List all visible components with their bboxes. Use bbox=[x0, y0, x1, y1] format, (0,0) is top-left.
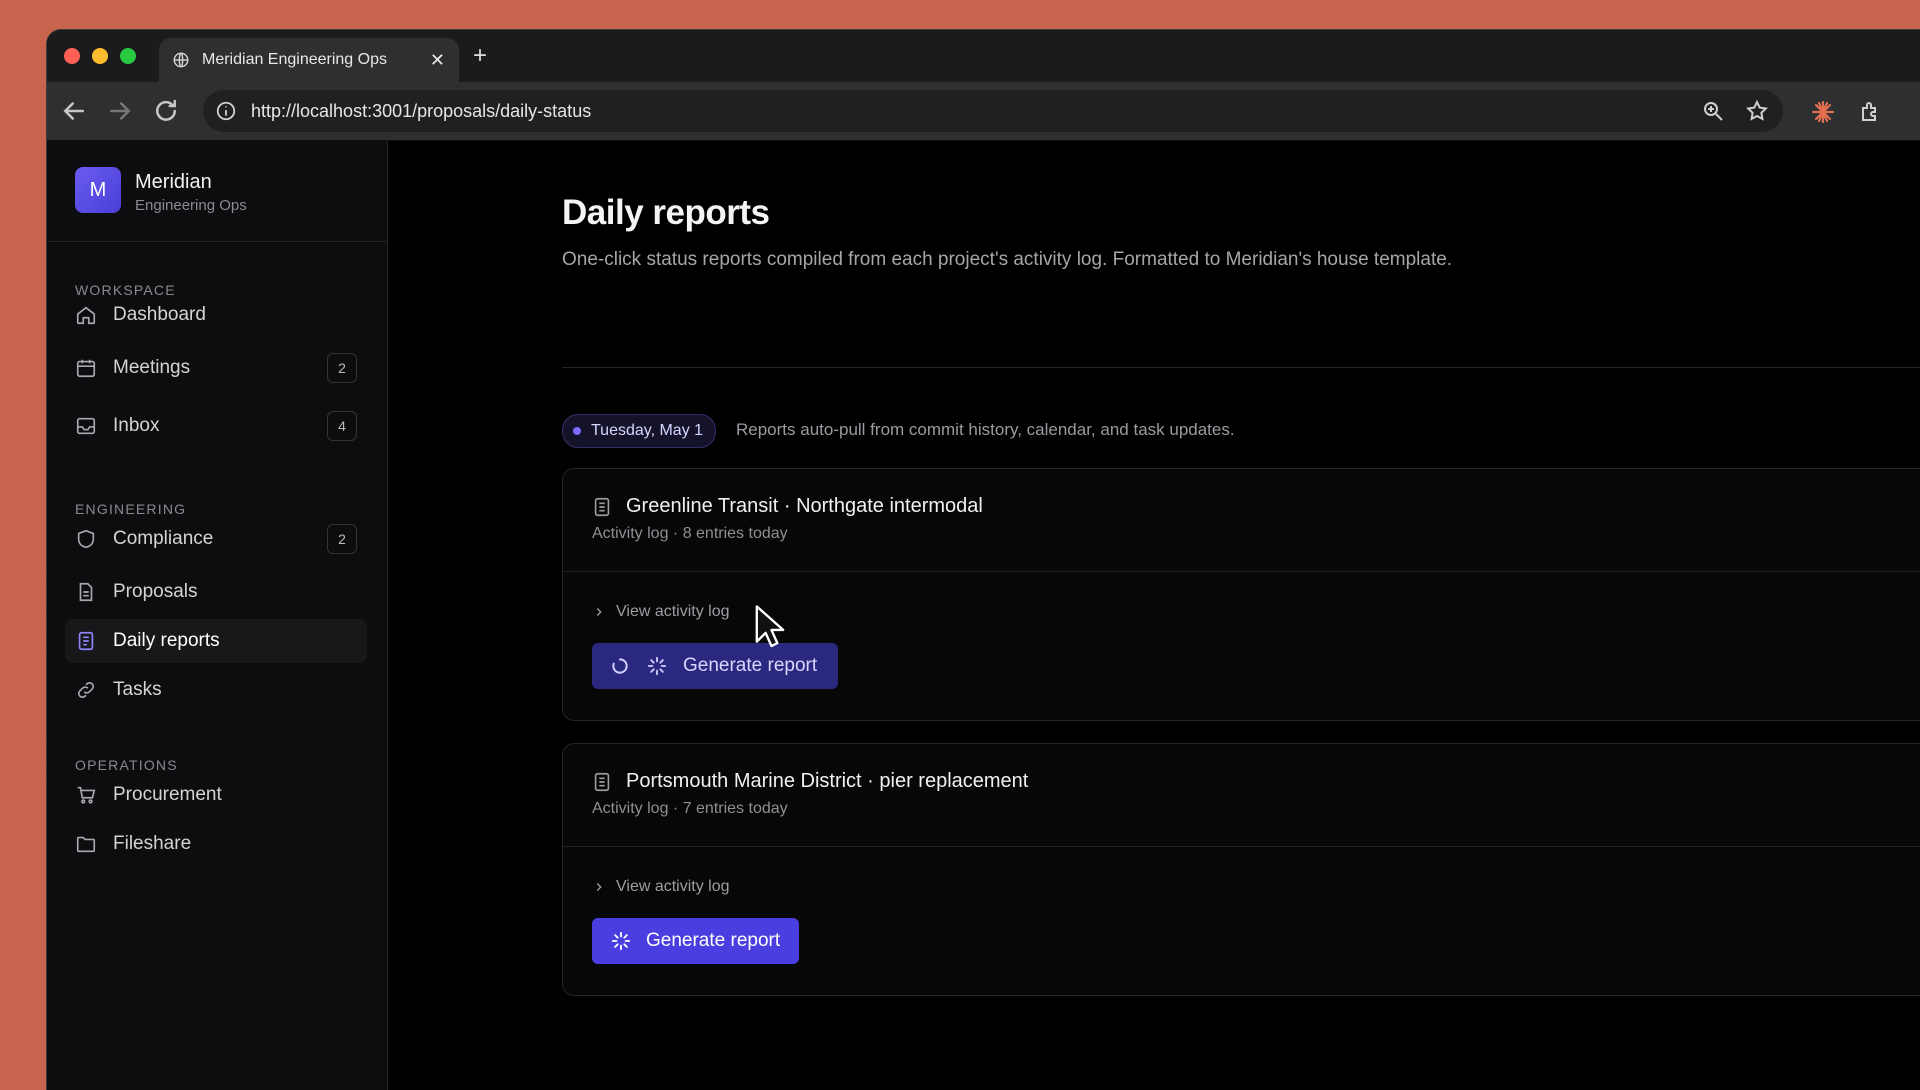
report-card-title: Greenline Transit · Northgate intermodal bbox=[626, 495, 983, 517]
chevron-right-icon bbox=[596, 883, 602, 891]
window-controls bbox=[64, 48, 136, 64]
sidebar-item-inbox[interactable]: Inbox 4 bbox=[65, 404, 367, 448]
document-icon bbox=[594, 772, 610, 792]
shield-icon bbox=[77, 529, 95, 549]
new-tab-button[interactable]: + bbox=[473, 42, 487, 70]
report-card-meta: Activity log · 8 entries today bbox=[592, 525, 788, 542]
sidebar-item-daily-reports[interactable]: Daily reports bbox=[65, 619, 367, 663]
document-icon bbox=[594, 497, 610, 517]
sidebar-item-proposals[interactable]: Proposals bbox=[65, 570, 367, 614]
sidebar-item-procurement[interactable]: Procurement bbox=[65, 773, 367, 817]
zoom-icon[interactable] bbox=[1701, 99, 1725, 123]
globe-icon bbox=[173, 52, 189, 68]
extension-burst-icon[interactable] bbox=[1811, 100, 1835, 124]
brand-logo: M bbox=[75, 167, 121, 213]
sidebar-item-label: Proposals bbox=[113, 581, 198, 602]
count-badge: 2 bbox=[327, 353, 357, 383]
report-card-title: Portsmouth Marine District · pier replac… bbox=[626, 770, 1029, 792]
sparkle-icon bbox=[611, 931, 631, 951]
address-bar[interactable]: http://localhost:3001/proposals/daily-st… bbox=[203, 90, 1783, 132]
generate-report-button[interactable]: Generate report bbox=[592, 918, 800, 964]
report-icon bbox=[78, 631, 94, 651]
sidebar-item-compliance[interactable]: Compliance 2 bbox=[65, 517, 367, 561]
document-icon bbox=[79, 582, 93, 602]
folder-icon bbox=[76, 836, 96, 853]
section-label-operations: OPERATIONS bbox=[75, 757, 178, 773]
sidebar-item-label: Fileshare bbox=[113, 833, 192, 854]
chevron-right-icon bbox=[596, 608, 602, 616]
sidebar-item-label: Compliance bbox=[113, 528, 214, 549]
section-label-engineering: ENGINEERING bbox=[75, 501, 187, 517]
button-label: Generate report bbox=[683, 655, 818, 676]
bookmark-star-icon[interactable] bbox=[1745, 99, 1769, 123]
generate-report-button[interactable]: Generate report bbox=[592, 643, 838, 689]
browser-window: Meridian Engineering Ops ✕ + http://loca… bbox=[47, 30, 1920, 1090]
main-content: Daily reports One-click status reports c… bbox=[388, 141, 1920, 1090]
site-info-icon[interactable] bbox=[215, 100, 237, 122]
date-label: Tuesday, May 1 bbox=[591, 422, 704, 439]
sidebar-item-label: Tasks bbox=[113, 679, 162, 700]
calendar-icon bbox=[76, 359, 96, 378]
sidebar-item-meetings[interactable]: Meetings 2 bbox=[65, 346, 367, 390]
browser-tab[interactable]: Meridian Engineering Ops ✕ bbox=[159, 38, 459, 82]
sidebar-item-label: Meetings bbox=[113, 357, 191, 378]
view-activity-log-toggle[interactable]: View activity log bbox=[592, 878, 730, 896]
spinner-icon bbox=[612, 658, 628, 674]
url-text: http://localhost:3001/proposals/daily-st… bbox=[251, 100, 592, 121]
view-activity-log-toggle[interactable]: View activity log bbox=[592, 603, 730, 621]
minimize-window-button[interactable] bbox=[92, 48, 108, 64]
toggle-label: View activity log bbox=[616, 603, 730, 620]
sidebar-item-label: Dashboard bbox=[113, 304, 206, 325]
brand-header[interactable]: M Meridian Engineering Ops bbox=[47, 141, 387, 242]
sidebar-item-fileshare[interactable]: Fileshare bbox=[65, 822, 367, 866]
inbox-icon bbox=[76, 417, 96, 435]
divider bbox=[562, 367, 1920, 368]
report-card: Greenline Transit · Northgate intermodal… bbox=[562, 468, 1920, 721]
status-dot bbox=[573, 427, 581, 435]
count-badge: 2 bbox=[327, 524, 357, 554]
sidebar-item-tasks[interactable]: Tasks bbox=[65, 668, 367, 712]
mouse-cursor-icon bbox=[755, 605, 785, 648]
sidebar: M Meridian Engineering Ops WORKSPACE Das… bbox=[47, 141, 388, 1090]
back-icon[interactable] bbox=[59, 96, 89, 126]
home-icon bbox=[76, 306, 96, 325]
report-card-header: Portsmouth Marine District · pier replac… bbox=[563, 744, 1920, 847]
sidebar-item-label: Inbox bbox=[113, 415, 160, 436]
brand-name: Meridian bbox=[135, 171, 212, 193]
date-note: Reports auto-pull from commit history, c… bbox=[736, 420, 1235, 439]
report-card-meta: Activity log · 7 entries today bbox=[592, 800, 788, 817]
report-card: Portsmouth Marine District · pier replac… bbox=[562, 743, 1920, 996]
close-tab-icon[interactable]: ✕ bbox=[430, 50, 445, 71]
sidebar-item-label: Procurement bbox=[113, 784, 222, 805]
report-card-header: Greenline Transit · Northgate intermodal… bbox=[563, 469, 1920, 572]
sparkle-icon bbox=[647, 656, 667, 676]
button-label: Generate report bbox=[646, 930, 781, 951]
page-description: One-click status reports compiled from e… bbox=[562, 249, 1453, 270]
extensions-puzzle-icon[interactable] bbox=[1859, 100, 1883, 124]
link-icon bbox=[77, 681, 95, 699]
maximize-window-button[interactable] bbox=[120, 48, 136, 64]
cart-icon bbox=[77, 786, 96, 804]
sidebar-item-dashboard[interactable]: Dashboard bbox=[65, 293, 367, 337]
date-badge: Tuesday, May 1 bbox=[562, 414, 717, 448]
tab-strip: Meridian Engineering Ops ✕ + bbox=[47, 30, 1920, 82]
sidebar-item-label: Daily reports bbox=[113, 630, 220, 651]
count-badge: 4 bbox=[327, 411, 357, 441]
browser-toolbar: http://localhost:3001/proposals/daily-st… bbox=[47, 82, 1920, 141]
page-title: Daily reports bbox=[562, 193, 770, 232]
toggle-label: View activity log bbox=[616, 878, 730, 895]
close-window-button[interactable] bbox=[64, 48, 80, 64]
tab-title: Meridian Engineering Ops bbox=[202, 51, 387, 68]
reload-icon[interactable] bbox=[151, 96, 181, 126]
forward-icon[interactable] bbox=[105, 96, 135, 126]
brand-subtitle: Engineering Ops bbox=[135, 197, 247, 214]
